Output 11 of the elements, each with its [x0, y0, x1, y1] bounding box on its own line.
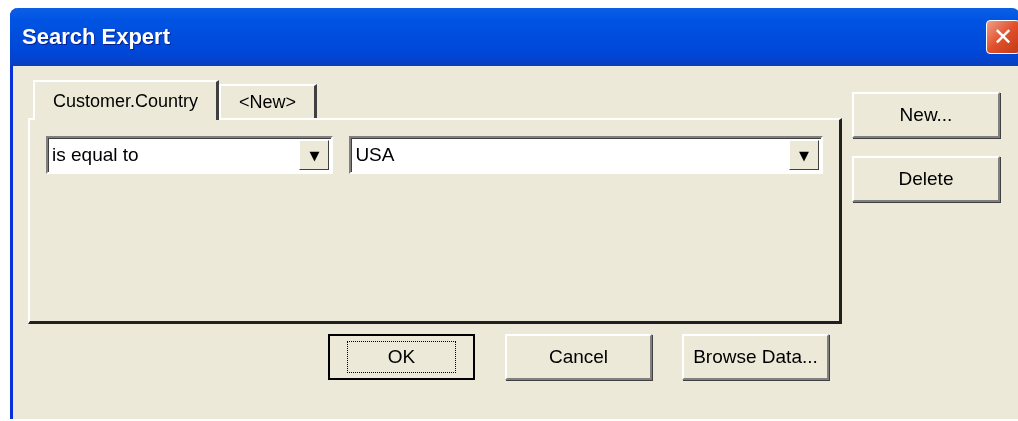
dialog-button[interactable]: Browse Data... [682, 334, 829, 380]
operator-dropdown[interactable]: is equal to ▼ [46, 136, 334, 174]
tab[interactable]: <New> [219, 84, 318, 118]
side-button[interactable]: New... [852, 92, 1000, 138]
dialog-button[interactable]: OK [328, 334, 475, 380]
side-button[interactable]: Delete [852, 156, 1000, 202]
value-dropdown[interactable]: USA ▼ [349, 136, 823, 174]
tab[interactable]: Customer.Country [33, 80, 220, 120]
dialog-button[interactable]: Cancel [505, 334, 652, 380]
close-button[interactable]: ✕ [986, 20, 1018, 54]
window-title: Search Expert [22, 24, 170, 50]
